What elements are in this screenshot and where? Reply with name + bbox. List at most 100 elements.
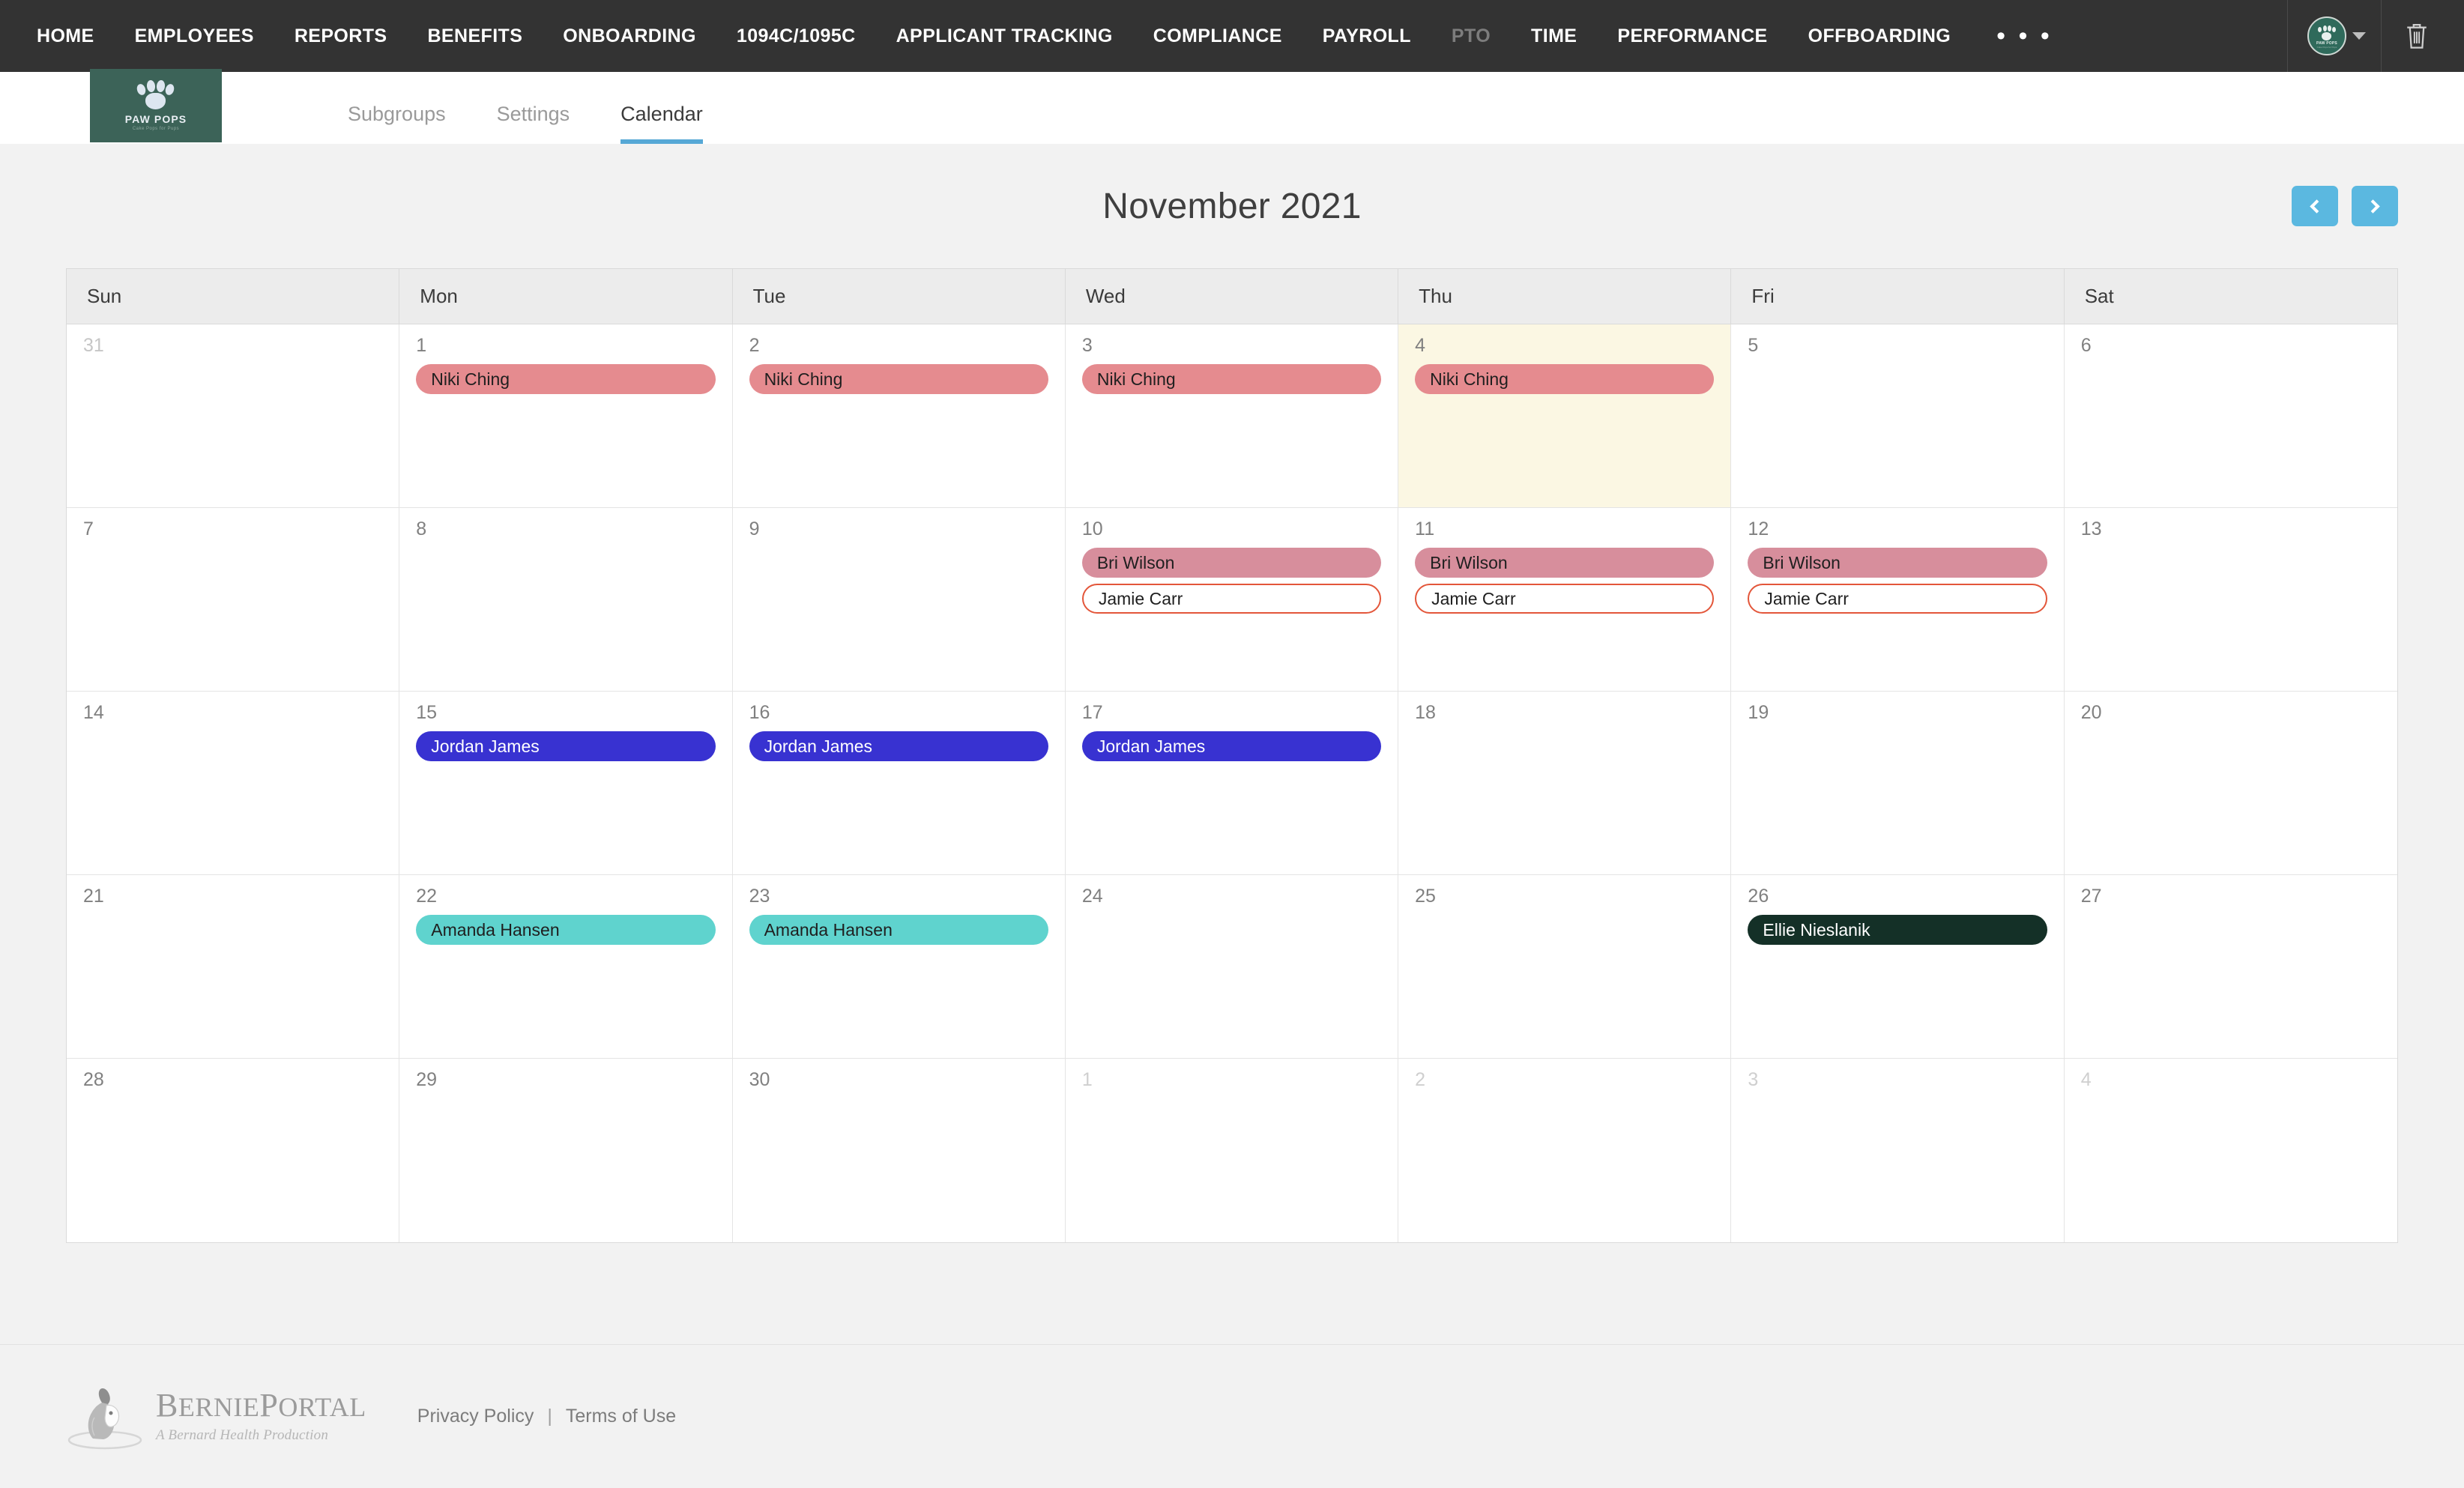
nav-item-1094c-1095c[interactable]: 1094C/1095C xyxy=(716,0,876,72)
nav-item-reports[interactable]: REPORTS xyxy=(274,0,408,72)
calendar-event[interactable]: Amanda Hansen xyxy=(749,915,1048,945)
privacy-policy-link[interactable]: Privacy Policy xyxy=(417,1406,534,1427)
nav-item-pto[interactable]: PTO xyxy=(1431,0,1511,72)
calendar-week-row: 14 15 Jordan James 16 Jordan James 17 Jordan J… xyxy=(67,692,2397,875)
nav-item-time[interactable]: TIME xyxy=(1511,0,1597,72)
calendar-day-cell[interactable]: 15 Jordan James xyxy=(399,692,733,875)
nav-item-employees[interactable]: EMPLOYEES xyxy=(115,0,274,72)
top-navigation-bar: HOME EMPLOYEES REPORTS BENEFITS ONBOARDING 10… xyxy=(0,0,2464,72)
calendar-event[interactable]: Jamie Carr xyxy=(1748,584,2047,614)
calendar-day-cell[interactable]: 22 Amanda Hansen xyxy=(399,875,733,1059)
calendar-day-cell[interactable]: 18 xyxy=(1398,692,1732,875)
calendar-day-cell[interactable]: 17 Jordan James xyxy=(1065,692,1399,875)
calendar-event[interactable]: Jordan James xyxy=(416,731,716,761)
calendar-day-cell[interactable]: 9 xyxy=(732,508,1066,692)
calendar-day-cell[interactable]: 8 xyxy=(399,508,733,692)
calendar-day-cell[interactable]: 23 Amanda Hansen xyxy=(732,875,1066,1059)
top-nav-right-controls: PAW POPS Cake Pops for Pups xyxy=(2287,0,2464,72)
terms-of-use-link[interactable]: Terms of Use xyxy=(566,1406,676,1427)
chevron-down-icon[interactable] xyxy=(2352,32,2366,40)
calendar-day-cell[interactable]: 24 xyxy=(1065,875,1399,1059)
calendar-grid: Sun Mon Tue Wed Thu Fri Sat 31 1 Niki Ching 2 Niki… xyxy=(66,268,2398,1243)
tab-settings[interactable]: Settings xyxy=(471,104,596,144)
calendar-event[interactable]: Jamie Carr xyxy=(1081,584,1382,614)
day-number: 4 xyxy=(2080,1069,2092,1090)
bernieportal-wordmark: BERNIEPORTAL A Bernard Health Production xyxy=(156,1389,366,1444)
calendar-day-cell[interactable]: 12 Bri Wilson Jamie Carr xyxy=(1731,508,2065,692)
calendar-header: November 2021 xyxy=(66,144,2398,268)
bernieportal-subtitle: A Bernard Health Production xyxy=(156,1427,329,1443)
calendar-day-cell[interactable]: 28 xyxy=(67,1059,400,1242)
calendar-day-cell[interactable]: 7 xyxy=(67,508,400,692)
day-number: 19 xyxy=(1748,702,1769,723)
nav-overflow-button[interactable]: • • • xyxy=(1971,10,2078,62)
calendar-day-cell[interactable]: 5 xyxy=(1731,324,2065,508)
nav-item-offboarding[interactable]: OFFBOARDING xyxy=(1788,0,1972,72)
calendar-event[interactable]: Ellie Nieslanik xyxy=(1748,915,2047,945)
calendar-body: 31 1 Niki Ching 2 Niki Ching 3 Niki Ching 4 Niki… xyxy=(67,324,2397,1242)
calendar-day-cell[interactable]: 2 Niki Ching xyxy=(732,324,1066,508)
calendar-day-cell[interactable]: 30 xyxy=(732,1059,1066,1242)
nav-item-compliance[interactable]: COMPLIANCE xyxy=(1133,0,1302,72)
calendar-day-cell[interactable]: 21 xyxy=(67,875,400,1059)
calendar-day-cell[interactable]: 2 xyxy=(1398,1059,1732,1242)
calendar-day-cell[interactable]: 29 xyxy=(399,1059,733,1242)
nav-item-applicant-tracking[interactable]: APPLICANT TRACKING xyxy=(876,0,1133,72)
company-logo[interactable]: PAW POPS Cake Pops for Pups xyxy=(90,69,222,142)
trash-button[interactable] xyxy=(2382,21,2445,51)
calendar-day-cell[interactable]: 20 xyxy=(2064,692,2397,875)
day-number: 11 xyxy=(1415,518,1435,539)
previous-month-button[interactable] xyxy=(2292,186,2338,226)
day-number: 13 xyxy=(2080,518,2102,539)
calendar-day-cell[interactable]: 26 Ellie Nieslanik xyxy=(1731,875,2065,1059)
calendar-day-cell[interactable]: 13 xyxy=(2064,508,2397,692)
calendar-day-cell[interactable]: 4 xyxy=(2064,1059,2397,1242)
day-number: 25 xyxy=(1415,886,1436,907)
calendar-event[interactable]: Jordan James xyxy=(749,731,1048,761)
calendar-event[interactable]: Amanda Hansen xyxy=(416,915,716,945)
nav-item-benefits[interactable]: BENEFITS xyxy=(407,0,543,72)
weekday-header-sat: Sat xyxy=(2064,269,2397,324)
calendar-day-cell[interactable]: 10 Bri Wilson Jamie Carr xyxy=(1065,508,1399,692)
calendar-day-cell[interactable]: 1 xyxy=(1065,1059,1399,1242)
day-number: 20 xyxy=(2080,702,2102,723)
day-number: 4 xyxy=(1415,335,1426,356)
day-number: 1 xyxy=(416,335,427,356)
nav-item-payroll[interactable]: PAYROLL xyxy=(1302,0,1431,72)
tab-subgroups[interactable]: Subgroups xyxy=(322,104,471,144)
calendar-day-cell[interactable]: 16 Jordan James xyxy=(732,692,1066,875)
nav-item-home[interactable]: HOME xyxy=(16,0,115,72)
calendar-event[interactable]: Niki Ching xyxy=(1081,364,1382,394)
calendar-event[interactable]: Bri Wilson xyxy=(1415,548,1715,578)
calendar-event[interactable]: Bri Wilson xyxy=(1081,548,1382,578)
calendar-event[interactable]: Jamie Carr xyxy=(1415,584,1715,614)
calendar-week-row: 21 22 Amanda Hansen 23 Amanda Hansen 24 25 26 El… xyxy=(67,875,2397,1059)
calendar-day-cell[interactable]: 27 xyxy=(2064,875,2397,1059)
dog-logo-icon xyxy=(67,1388,142,1449)
calendar-day-cell[interactable]: 14 xyxy=(67,692,400,875)
account-menu-button[interactable]: PAW POPS Cake Pops for Pups xyxy=(2288,16,2381,55)
calendar-event[interactable]: Niki Ching xyxy=(1415,364,1715,394)
calendar-day-cell[interactable]: 11 Bri Wilson Jamie Carr xyxy=(1398,508,1732,692)
bernieportal-name: BERNIEPORTAL xyxy=(156,1387,366,1424)
tab-calendar[interactable]: Calendar xyxy=(595,104,728,144)
calendar-event[interactable]: Niki Ching xyxy=(749,364,1048,394)
weekday-header-thu: Thu xyxy=(1398,269,1732,324)
calendar-event[interactable]: Bri Wilson xyxy=(1748,548,2047,578)
calendar-day-cell[interactable]: 6 xyxy=(2064,324,2397,508)
next-month-button[interactable] xyxy=(2352,186,2398,226)
nav-item-performance[interactable]: PERFORMANCE xyxy=(1597,0,1787,72)
weekday-header-sun: Sun xyxy=(67,269,400,324)
calendar-day-cell[interactable]: 1 Niki Ching xyxy=(399,324,733,508)
calendar-event[interactable]: Jordan James xyxy=(1081,731,1382,761)
calendar-day-cell[interactable]: 3 xyxy=(1731,1059,2065,1242)
calendar-day-cell[interactable]: 3 Niki Ching xyxy=(1065,324,1399,508)
calendar-day-cell[interactable]: 25 xyxy=(1398,875,1732,1059)
nav-item-onboarding[interactable]: ONBOARDING xyxy=(543,0,716,72)
day-number: 3 xyxy=(1748,1069,1759,1090)
paw-glyph xyxy=(2317,25,2337,40)
calendar-event[interactable]: Niki Ching xyxy=(416,364,716,394)
calendar-day-cell[interactable]: 31 xyxy=(67,324,400,508)
calendar-day-cell[interactable]: 19 xyxy=(1731,692,2065,875)
calendar-day-cell[interactable]: 4 Niki Ching xyxy=(1398,324,1732,508)
